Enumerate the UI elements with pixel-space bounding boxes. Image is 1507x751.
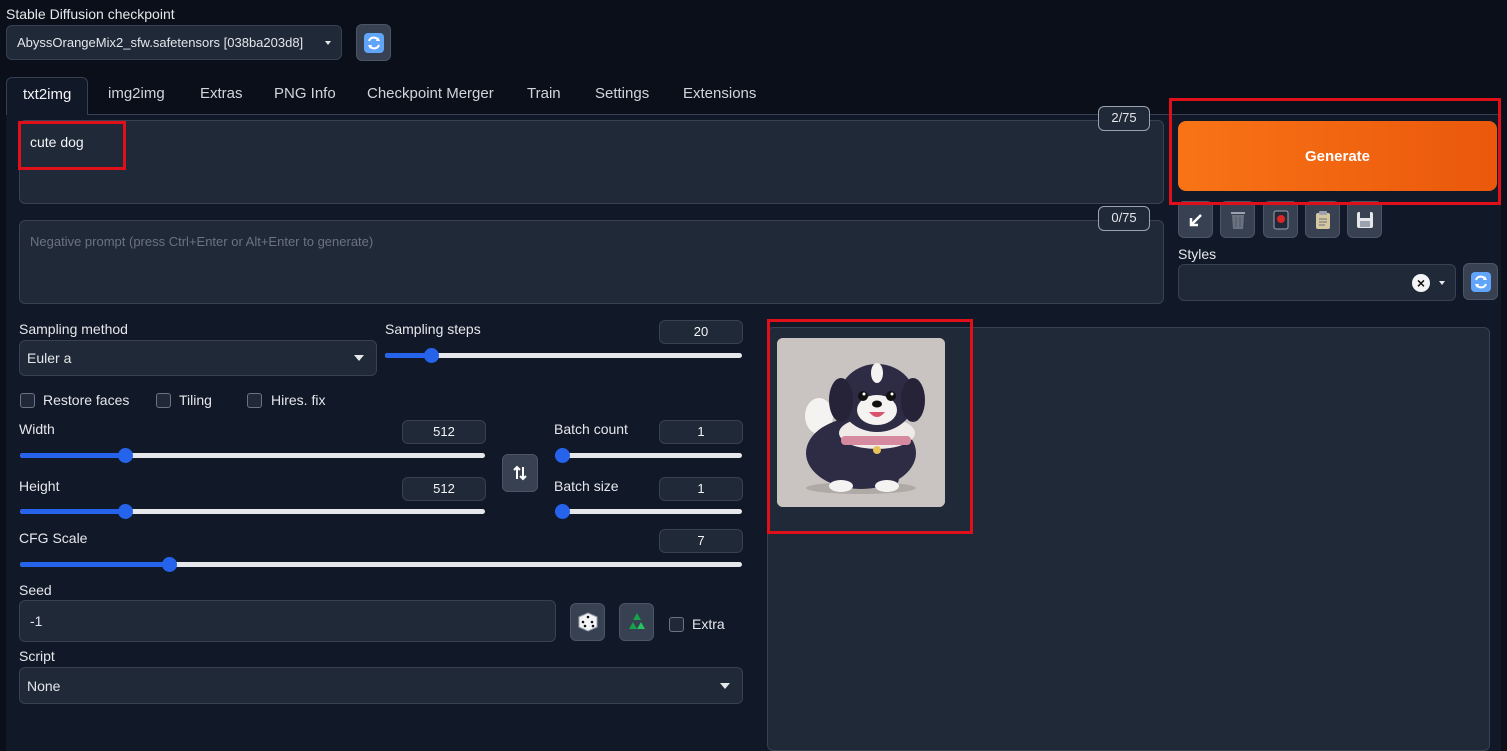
tab-extensions[interactable]: Extensions <box>681 77 758 111</box>
clear-icon[interactable]: × <box>1412 274 1430 292</box>
chevron-down-icon <box>325 40 331 45</box>
sampling-steps-input[interactable]: 20 <box>659 320 743 344</box>
prompt-text: cute dog <box>30 134 84 150</box>
batch-count-slider[interactable] <box>555 448 742 463</box>
tab-png-info[interactable]: PNG Info <box>272 77 338 111</box>
cfg-scale-slider[interactable] <box>20 557 742 572</box>
batch-count-input[interactable]: 1 <box>659 420 743 444</box>
slider-thumb[interactable] <box>555 448 570 463</box>
highlight-generate <box>1169 98 1501 205</box>
batch-count-label: Batch count <box>554 421 628 437</box>
save-icon <box>1356 211 1373 228</box>
tab-extras[interactable]: Extras <box>198 77 245 111</box>
chevron-down-icon <box>354 355 364 361</box>
slider-thumb[interactable] <box>423 348 439 363</box>
seed-value: -1 <box>30 613 43 629</box>
extra-seed-checkbox[interactable] <box>669 617 684 632</box>
seed-input[interactable]: -1 <box>19 600 556 642</box>
styles-label: Styles <box>1178 246 1217 262</box>
recycle-icon <box>628 613 645 629</box>
refresh-icon <box>363 32 384 53</box>
slider-fill <box>20 562 170 567</box>
slider-fill <box>20 453 125 458</box>
height-slider[interactable] <box>20 504 485 519</box>
card-icon <box>1273 210 1288 229</box>
cfg-scale-input[interactable]: 7 <box>659 529 743 553</box>
refresh-icon <box>1470 271 1491 292</box>
tab-checkpoint-merger[interactable]: Checkpoint Merger <box>365 77 496 111</box>
script-value: None <box>27 677 61 694</box>
negative-prompt-token-counter: 0/75 <box>1098 206 1150 231</box>
swap-arrows-icon <box>513 465 527 481</box>
apply-style-button[interactable] <box>1305 201 1340 238</box>
negative-prompt-input[interactable]: Negative prompt (press Ctrl+Enter or Alt… <box>19 220 1164 304</box>
refresh-checkpoint-button[interactable] <box>356 24 391 61</box>
checkpoint-value: AbyssOrangeMix2_sfw.safetensors [038ba20… <box>17 35 304 50</box>
width-input[interactable]: 512 <box>402 420 486 444</box>
show-extra-networks-button[interactable] <box>1263 201 1298 238</box>
width-slider[interactable] <box>20 448 485 463</box>
cfg-scale-label: CFG Scale <box>19 530 88 546</box>
prompt-input[interactable]: cute dog <box>19 120 1164 204</box>
checkpoint-select[interactable]: AbyssOrangeMix2_sfw.safetensors [038ba20… <box>6 25 342 60</box>
read-params-button[interactable] <box>1178 201 1213 238</box>
arrow-down-left-icon <box>1189 213 1202 226</box>
highlight-output-image <box>767 319 973 534</box>
slider-thumb[interactable] <box>118 504 133 519</box>
chevron-down-icon <box>720 682 730 689</box>
clear-prompt-button[interactable] <box>1220 201 1255 238</box>
extra-seed-label: Extra <box>692 616 725 632</box>
tab-img2img[interactable]: img2img <box>106 77 167 111</box>
prompt-token-counter: 2/75 <box>1098 106 1150 131</box>
highlight-prompt <box>18 121 126 170</box>
slider-thumb[interactable] <box>118 448 133 463</box>
height-input[interactable]: 512 <box>402 477 486 501</box>
checkpoint-label: Stable Diffusion checkpoint <box>6 6 175 22</box>
negative-prompt-placeholder: Negative prompt (press Ctrl+Enter or Alt… <box>30 234 374 249</box>
tab-txt2img[interactable]: txt2img <box>6 77 89 115</box>
sampling-method-select[interactable]: Euler a <box>19 340 377 376</box>
trash-icon <box>1230 211 1245 229</box>
clipboard-icon <box>1315 210 1330 229</box>
batch-size-slider[interactable] <box>555 504 742 519</box>
slider-fill <box>20 509 125 514</box>
slider-thumb[interactable] <box>555 504 570 519</box>
height-label: Height <box>19 478 60 494</box>
sampling-steps-slider[interactable] <box>385 348 742 363</box>
sampling-method-label: Sampling method <box>19 321 128 337</box>
chevron-down-icon <box>1439 280 1445 285</box>
hires-fix-label: Hires. fix <box>271 392 326 408</box>
hires-fix-checkbox[interactable] <box>247 393 262 408</box>
dice-icon <box>578 612 597 632</box>
seed-label: Seed <box>19 582 52 598</box>
sampling-steps-label: Sampling steps <box>385 321 481 337</box>
script-label: Script <box>19 648 55 664</box>
tab-train[interactable]: Train <box>525 77 563 111</box>
script-select[interactable]: None <box>19 667 743 704</box>
restore-faces-label: Restore faces <box>43 392 130 408</box>
refresh-styles-button[interactable] <box>1463 263 1498 300</box>
tiling-checkbox[interactable] <box>156 393 171 408</box>
batch-size-input[interactable]: 1 <box>659 477 743 501</box>
batch-size-label: Batch size <box>554 478 619 494</box>
width-label: Width <box>19 421 55 437</box>
tab-settings[interactable]: Settings <box>593 77 651 111</box>
tiling-label: Tiling <box>179 392 212 408</box>
save-style-button[interactable] <box>1347 201 1382 238</box>
styles-select[interactable]: × <box>1178 264 1456 301</box>
restore-faces-checkbox[interactable] <box>20 393 35 408</box>
reuse-seed-button[interactable] <box>619 603 654 641</box>
swap-dimensions-button[interactable] <box>502 454 538 492</box>
random-seed-button[interactable] <box>570 603 605 641</box>
sampling-method-value: Euler a <box>27 350 72 366</box>
